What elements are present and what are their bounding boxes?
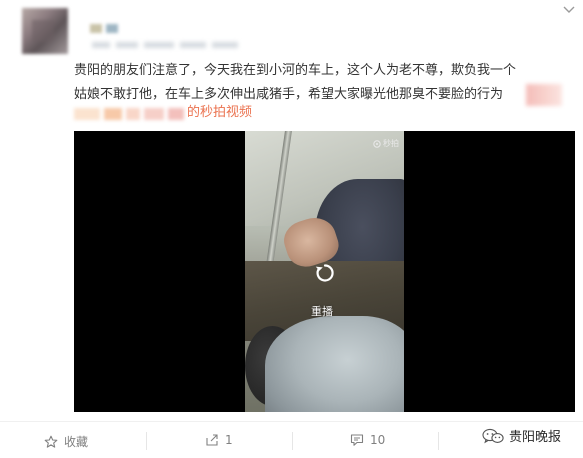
post-time-redacted [92,42,238,48]
comment-icon [350,434,364,446]
favorite-label: 收藏 [64,435,89,449]
repost-button[interactable]: 1 [205,433,233,447]
video-link[interactable]: 的秒拍视频 [187,105,252,121]
video-player[interactable]: 秒拍 重播 [74,131,575,412]
avatar[interactable] [22,8,68,54]
watermark-label: 秒拍 [383,139,399,148]
divider [146,432,147,450]
repost-count: 1 [225,433,233,447]
more-chevron-icon[interactable] [561,6,577,18]
repost-icon [206,434,218,446]
favorite-button[interactable]: 收藏 [44,433,88,450]
post-text: 贵阳的朋友们注意了，今天我在到小河的车上，这个人为老不尊，欺负我一个姑娘不敢打他… [74,63,517,102]
wechat-icon [482,428,504,443]
redacted-mark [526,84,562,106]
divider [292,432,293,450]
badge-label: 贵阳晚报 [509,430,562,445]
mention-redacted[interactable] [74,106,188,122]
wechat-account-badge: 贵阳晚报 [478,424,566,447]
replay-icon[interactable] [314,262,336,284]
video-watermark: 秒拍 [373,138,399,149]
comment-count: 10 [370,433,386,447]
username-redacted[interactable] [90,24,118,33]
comment-button[interactable]: 10 [350,433,385,447]
replay-label[interactable]: 重播 [311,303,333,319]
watermark-logo-icon [373,139,381,148]
weibo-post-screenshot: 贵阳的朋友们注意了，今天我在到小河的车上，这个人为老不尊，欺负我一个姑娘不敢打他… [0,0,583,458]
divider [438,432,439,450]
star-icon [44,435,58,448]
